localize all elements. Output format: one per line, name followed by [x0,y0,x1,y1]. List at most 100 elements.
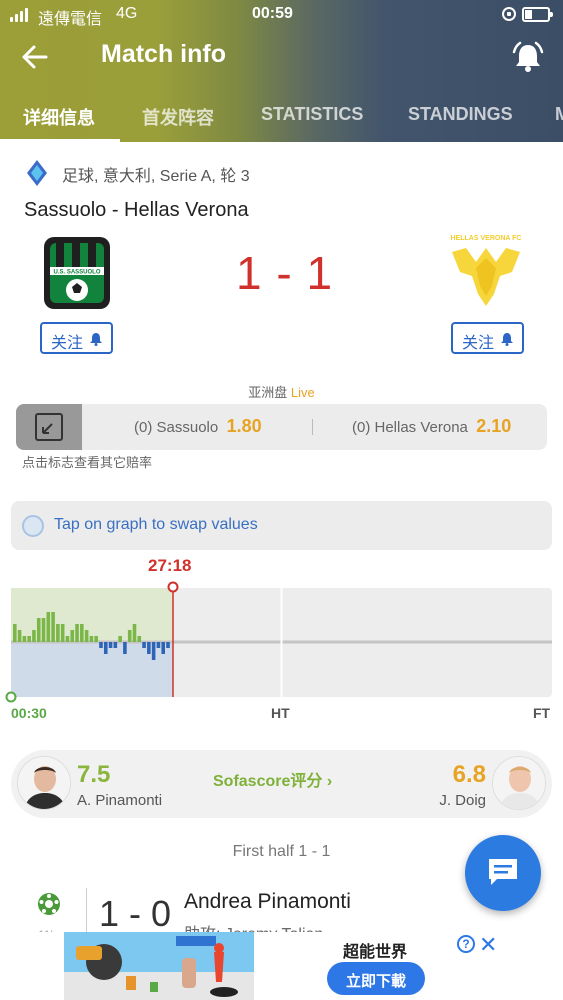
league-info: 足球, 意大利, Serie A, 轮 3 [62,168,250,185]
momentum-bar [151,642,156,660]
momentum-bar [113,642,118,648]
event-scorer[interactable]: Andrea Pinamonti [184,890,351,914]
momentum-bar [41,618,46,642]
away-player-avatar[interactable] [492,756,546,810]
odds-row[interactable]: (0) Sassuolo 1.80 (0) Hellas Verona 2.10 [16,404,547,450]
bell-icon [501,333,513,346]
momentum-bar [161,642,166,654]
match-title: Sassuolo - Hellas Verona [24,199,249,221]
ad-info-icon[interactable]: ? [457,935,475,953]
momentum-bar [156,642,161,648]
odds-provider-button[interactable] [16,404,82,450]
odds-away-name: (0) Hellas Verona [352,419,468,436]
odds-header: 亚洲盘 Live [0,382,563,401]
signal-icon [10,8,32,22]
momentum-bar [36,618,41,642]
current-minute-dot [167,581,179,593]
swap-radio[interactable] [22,515,44,537]
odds-away[interactable]: (0) Hellas Verona 2.10 [352,416,511,437]
follow-away-label: 关注 [462,335,495,352]
momentum-bar [147,642,151,654]
momentum-bar [80,624,84,642]
tick-fulltime: FT [533,705,551,721]
momentum-graph[interactable] [0,555,563,730]
tab-more[interactable]: M [555,92,563,142]
momentum-bar [103,642,108,654]
ad-image[interactable] [64,932,254,1000]
home-team-crest[interactable]: U.S. SASSUOLO [42,235,112,311]
ad-title: 超能世界 [343,944,408,961]
tab-statistics[interactable]: STATISTICS [261,92,363,142]
momentum-bar [13,624,17,642]
event-divider [86,888,87,938]
odds-home-name: (0) Sassuolo [134,419,219,436]
match-score: 1 - 1 [236,247,334,299]
rating-link-label: Sofascore评分 [213,773,323,790]
tab-details[interactable]: 详细信息 [23,92,95,142]
chat-icon [489,859,517,885]
live-badge: Live [290,385,315,400]
momentum-bar [99,642,103,648]
chat-button[interactable] [465,835,541,911]
momentum-bar [56,624,60,642]
swap-label: Tap on graph to swap values [54,516,258,533]
clock: 00:59 [252,5,293,22]
bell-icon [90,333,102,346]
battery-icon [522,7,553,22]
player-photo [493,757,545,809]
momentum-bar [70,630,75,642]
ad-download-button[interactable]: 立即下載 [327,962,425,995]
momentum-bar [84,630,89,642]
momentum-bar [51,612,55,642]
home-player-name: A. Pinamonti [77,792,163,809]
tab-standings[interactable]: STANDINGS [408,92,513,142]
momentum-bar [22,636,27,642]
away-player-name: J. Doig [439,792,486,809]
momentum-bar [94,636,98,642]
home-rating: 7.5 [77,761,111,788]
player-ratings[interactable]: 7.5 A. Pinamonti Sofascore评分 › 6.8 J. Do… [11,750,552,818]
tab-lineups[interactable]: 首发阵容 [142,92,214,142]
player-photo [18,757,70,809]
notification-button[interactable] [508,38,548,78]
home-player-avatar[interactable] [17,756,71,810]
momentum-bar [166,642,170,648]
momentum-bar [127,630,132,642]
carrier-name: 遠傳電信 [38,11,103,28]
follow-away-button[interactable]: 关注 [451,322,524,354]
swap-values-toggle[interactable]: Tap on graph to swap values [11,501,552,550]
momentum-bar [60,624,65,642]
goal-icon [38,893,60,915]
follow-home-button[interactable]: 关注 [40,322,113,354]
momentum-bar [108,642,113,648]
league-icon [27,160,47,186]
follow-home-label: 关注 [51,335,84,352]
chevron-right-icon: › [326,773,333,790]
odds-type-label: 亚洲盘 [248,385,288,400]
momentum-bar [137,636,142,642]
sofascore-rating-link[interactable]: Sofascore评分 › [213,767,332,791]
away-rating: 6.8 [452,761,486,788]
away-team-crest[interactable]: HELLAS VERONA FC [446,232,526,312]
odds-away-value: 2.10 [476,416,512,436]
odds-home-value: 1.80 [226,416,262,436]
odds-divider [312,419,313,435]
odds-home[interactable]: (0) Sassuolo 1.80 [134,416,262,437]
momentum-bar [46,612,51,642]
momentum-bar [17,630,22,642]
page-title: Match info [101,40,226,68]
ad-close-icon[interactable]: ✕ [479,932,497,958]
momentum-bar [75,624,79,642]
momentum-bar [142,642,146,648]
momentum-bar [32,630,36,642]
app-header: 遠傳電信 4G 00:59 Match info 详细信息 首发阵容 STATI… [0,0,563,142]
away-crest-text: HELLAS VERONA FC [451,235,522,242]
momentum-bar [89,636,94,642]
back-button[interactable] [16,40,54,74]
status-bar: 遠傳電信 4G 00:59 [0,0,563,30]
start-dot [5,691,17,703]
rotation-lock-icon [502,7,516,21]
event-score: 1 - 0 [99,893,172,934]
back-arrow-icon [22,45,48,69]
network-type: 4G [116,5,138,22]
